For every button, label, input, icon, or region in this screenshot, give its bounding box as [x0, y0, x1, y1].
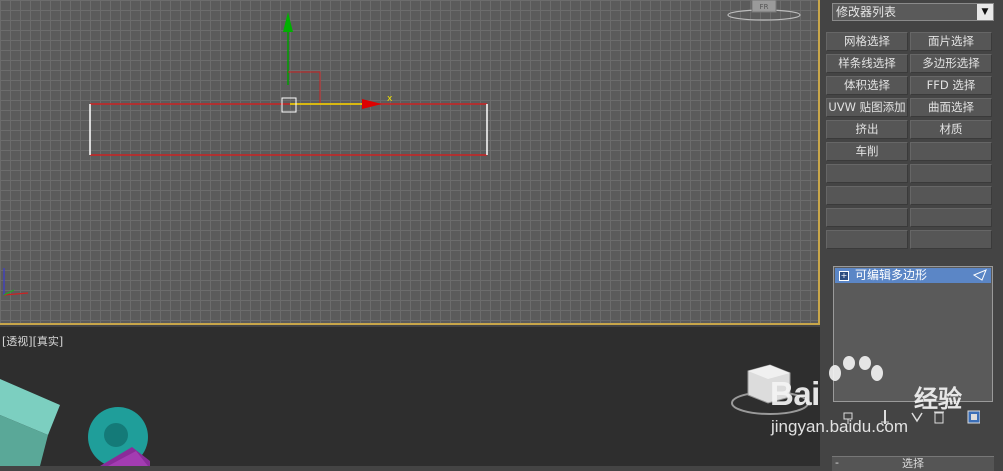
empty-button[interactable] [910, 142, 992, 161]
expand-plus-icon[interactable]: + [839, 271, 849, 281]
empty-button[interactable] [910, 164, 992, 183]
modifier-buttons: 网格选择 面片选择 样条线选择 多边形选择 体积选择 FFD 选择 UVW 贴图… [826, 32, 994, 249]
empty-button[interactable] [826, 186, 908, 205]
move-gizmo[interactable]: x [281, 12, 393, 113]
svg-text:FR: FR [760, 3, 769, 11]
axis-tripod-icon [3, 268, 29, 296]
viewport-scene-3d [0, 364, 809, 466]
uvw-map-add-button[interactable]: UVW 贴图添加 [826, 98, 908, 117]
watermark-brand: Bai [770, 375, 820, 412]
watermark-url: jingyan.baidu.com [771, 417, 909, 436]
empty-button[interactable] [910, 208, 992, 227]
viewport-scene: FR x [3, 0, 801, 296]
ffd-select-button[interactable]: FFD 选择 [910, 76, 992, 95]
modifier-list-label: 修改器列表 [836, 5, 897, 19]
volume-select-button[interactable]: 体积选择 [826, 76, 908, 95]
top-viewport[interactable]: FR x [0, 0, 820, 325]
teal-object[interactable] [0, 379, 150, 466]
extrude-button[interactable]: 挤出 [826, 120, 908, 139]
modifier-list-dropdown[interactable]: 修改器列表 ▼ [832, 3, 994, 21]
surface-select-button[interactable]: 曲面选择 [910, 98, 992, 117]
mesh-select-button[interactable]: 网格选择 [826, 32, 908, 51]
empty-button[interactable] [826, 164, 908, 183]
stack-item-editable-poly[interactable]: + 可编辑多边形 [835, 268, 991, 283]
material-button[interactable]: 材质 [910, 120, 992, 139]
gizmo-x-label: x [387, 94, 393, 104]
empty-button[interactable] [910, 186, 992, 205]
patch-select-button[interactable]: 面片选择 [910, 32, 992, 51]
empty-button[interactable] [826, 230, 908, 249]
empty-button[interactable] [826, 208, 908, 227]
lathe-button[interactable]: 车削 [826, 142, 908, 161]
stack-item-label: 可编辑多边形 [855, 268, 928, 282]
pin-icon[interactable] [973, 269, 987, 281]
viewcube-icon[interactable]: FR [727, 0, 801, 21]
chevron-down-icon[interactable]: ▼ [977, 4, 993, 20]
perspective-viewport[interactable]: [透视][真实] [0, 327, 820, 466]
poly-select-button[interactable]: 多边形选择 [910, 54, 992, 73]
spline-select-button[interactable]: 样条线选择 [826, 54, 908, 73]
watermark-brand-suffix: 经验 [914, 385, 962, 413]
watermark: Bai 经验 jingyan.baidu.com [735, 355, 1003, 466]
paw-logo-icon [829, 356, 883, 381]
empty-button[interactable] [910, 230, 992, 249]
